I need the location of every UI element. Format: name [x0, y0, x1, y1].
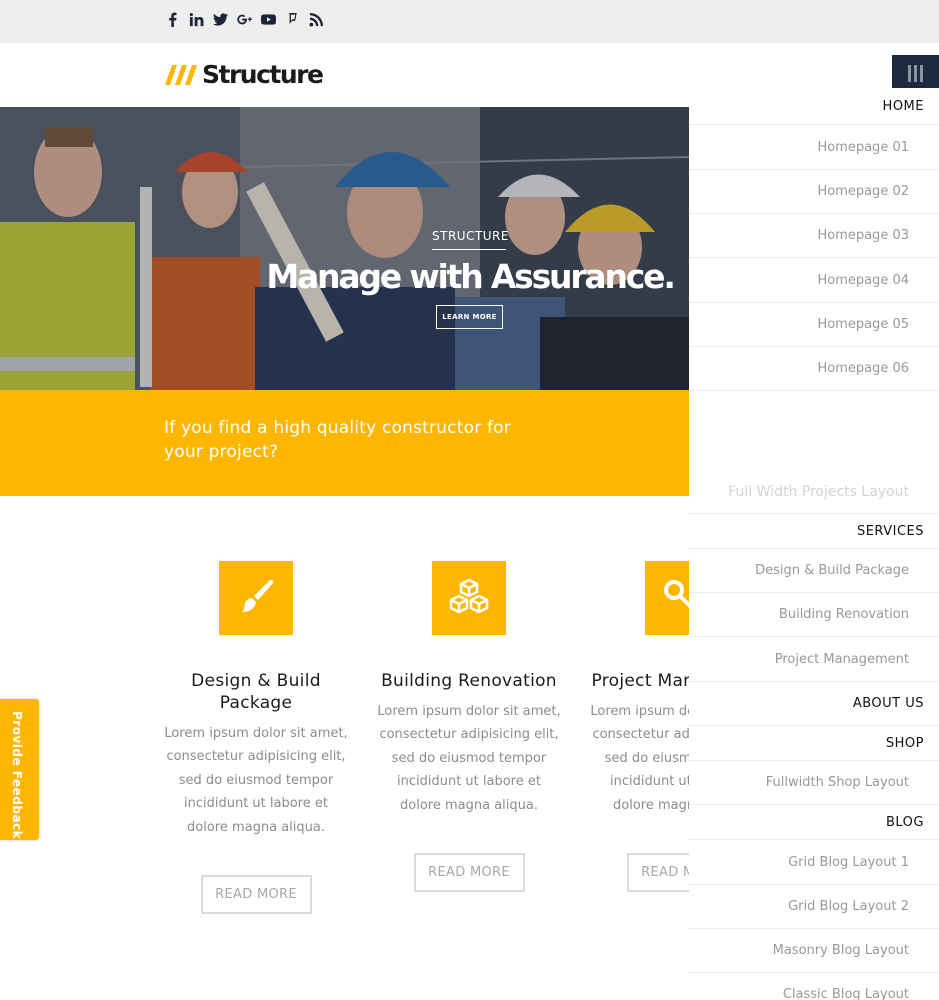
twitter-icon[interactable]	[212, 11, 229, 28]
youtube-icon[interactable]	[260, 11, 277, 28]
learn-more-button[interactable]: LEARN MORE	[436, 305, 503, 329]
rss-icon[interactable]	[308, 11, 325, 28]
nav-homepage-05[interactable]: Homepage 05	[689, 303, 939, 347]
paintbrush-icon	[219, 561, 293, 635]
feature-design-build: Design & Build Package Lorem ipsum dolor…	[164, 561, 348, 915]
read-more-button[interactable]: READ MORE	[413, 853, 525, 893]
nav-blog[interactable]: BLOG	[689, 805, 939, 840]
hero-overlay	[0, 107, 689, 390]
nav-homepage-02[interactable]: Homepage 02	[689, 170, 939, 214]
nav-about-us[interactable]: ABOUT US	[689, 682, 939, 726]
logo-text: Structure	[202, 60, 324, 89]
nav-fullwidth-shop[interactable]: Fullwidth Shop Layout	[689, 761, 939, 805]
nav-classic-blog[interactable]: Classic Blog Layout	[689, 973, 939, 1000]
feedback-label: Provide Feedback	[10, 711, 24, 840]
nav-grid-blog-2[interactable]: Grid Blog Layout 2	[689, 885, 939, 929]
site-logo[interactable]: Structure	[165, 60, 324, 89]
provide-feedback-tab[interactable]: Provide Feedback	[0, 699, 39, 840]
feature-text: Lorem ipsum dolor sit amet, consectetur …	[164, 726, 348, 835]
cubes-icon	[432, 561, 506, 635]
top-social-bar	[0, 0, 939, 43]
nav-homepage-04[interactable]: Homepage 04	[689, 258, 939, 303]
hero-tag: STRUCTURE	[432, 229, 508, 250]
nav-grid-blog-1[interactable]: Grid Blog Layout 1	[689, 840, 939, 885]
nav-full-width-projects[interactable]: Full Width Projects Layout	[689, 470, 939, 514]
facebook-icon[interactable]	[164, 11, 181, 28]
read-more-button[interactable]: READ MORE	[200, 875, 312, 915]
feature-text: Lorem ipsum dolor sit amet, consectetur …	[377, 704, 561, 813]
hero-banner: STRUCTURE Manage with Assurance. LEARN M…	[0, 107, 689, 390]
nav-homepage-03[interactable]: Homepage 03	[689, 214, 939, 258]
nav-masonry-blog[interactable]: Masonry Blog Layout	[689, 929, 939, 973]
linkedin-icon[interactable]	[188, 11, 205, 28]
feature-title: Building Renovation	[381, 671, 557, 691]
foursquare-icon[interactable]	[284, 11, 301, 28]
menu-icon[interactable]	[892, 55, 939, 91]
nav-homepage-06[interactable]: Homepage 06	[689, 347, 939, 391]
feature-title: Design & Build Package	[191, 671, 321, 713]
nav-services[interactable]: SERVICES	[689, 514, 939, 549]
nav-design-build[interactable]: Design & Build Package	[689, 549, 939, 593]
nav-home[interactable]: HOME	[689, 88, 939, 125]
hero-title: Manage with Assurance.	[266, 257, 676, 296]
nav-shop[interactable]: SHOP	[689, 726, 939, 761]
feature-building-renovation: Building Renovation Lorem ipsum dolor si…	[377, 561, 561, 893]
cta-text: If you find a high quality constructor f…	[164, 418, 511, 462]
google-plus-icon[interactable]	[236, 11, 253, 28]
nav-project-management[interactable]: Project Management	[689, 637, 939, 682]
logo-stripes-icon	[165, 64, 197, 85]
side-navigation-menu: HOME Homepage 01 Homepage 02 Homepage 03…	[689, 88, 939, 1000]
nav-building-renovation[interactable]: Building Renovation	[689, 593, 939, 637]
nav-homepage-01[interactable]: Homepage 01	[689, 125, 939, 170]
social-links	[164, 11, 325, 28]
